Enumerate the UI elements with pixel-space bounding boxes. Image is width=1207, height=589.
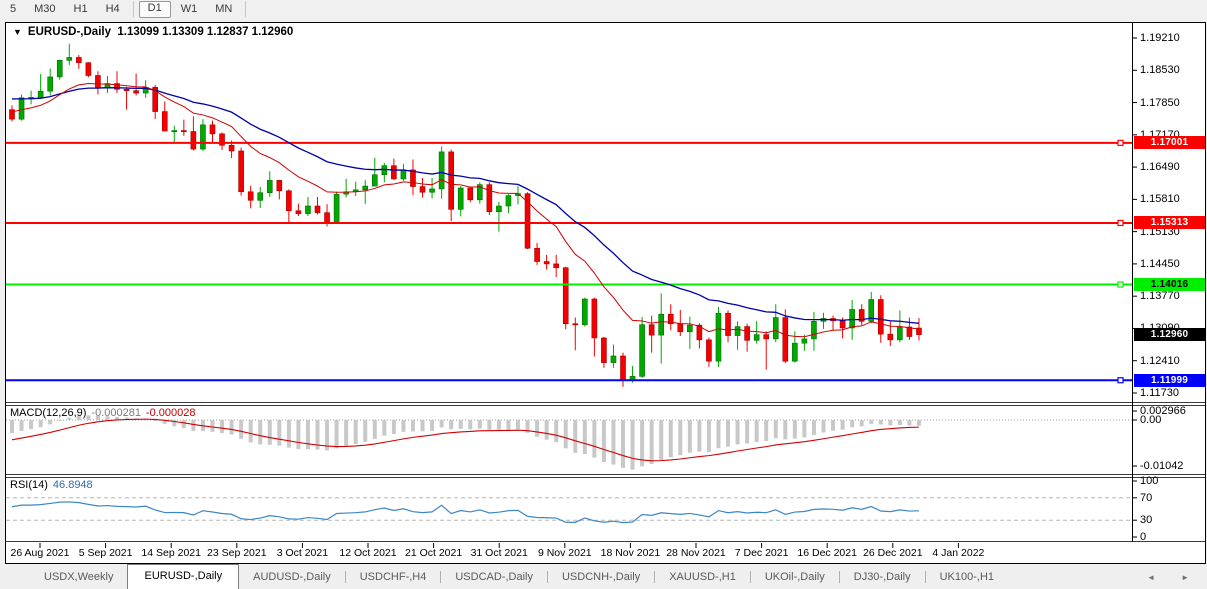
- chart-window[interactable]: [5, 22, 1206, 564]
- rsi-value: 46.8948: [52, 479, 93, 491]
- level-price-badge: 1.14016: [1134, 278, 1205, 291]
- chart-tab-usdcnh-[interactable]: USDCNH-,Daily: [548, 567, 654, 589]
- chart-tab-audusd-[interactable]: AUDUSD-,Daily: [239, 567, 345, 589]
- price-axis-label: 1.15810: [1140, 193, 1180, 206]
- timeframe-button-d1[interactable]: D1: [138, 0, 171, 18]
- rsi-axis-label: 0: [1140, 531, 1147, 543]
- level-price-badge: 1.11999: [1134, 373, 1205, 387]
- price-axis-label: 1.17850: [1140, 96, 1180, 109]
- price-axis-label: 1.14450: [1140, 257, 1180, 270]
- rsi-axis-label: 70: [1140, 491, 1153, 504]
- macd-main-value: -0.000281: [91, 407, 141, 419]
- toolbar-separator: [132, 1, 134, 17]
- price-axis-label: 1.12410: [1140, 354, 1180, 367]
- macd-header: MACD(12,26,9) -0.000281 -0.000028: [10, 407, 201, 419]
- chart-tab-usdchf-[interactable]: USDCHF-,H4: [346, 567, 441, 589]
- current-price-badge: 1.12960: [1134, 328, 1205, 342]
- price-axis-label: 1.18530: [1140, 64, 1180, 77]
- tab-scroll-left-icon[interactable]: ◄: [1147, 573, 1155, 582]
- price-axis-label: 1.13770: [1140, 290, 1180, 303]
- title-marker-icon: ▼: [13, 27, 22, 37]
- date-axis-separator: [6, 541, 1205, 542]
- chart-tab-usdx[interactable]: USDX,Weekly: [30, 567, 127, 589]
- toolbar-separator: [245, 1, 247, 17]
- rsi-axis-label: 100: [1140, 475, 1159, 487]
- level-price-badge: 1.15313: [1134, 216, 1205, 230]
- macd-signal-value: -0.000028: [145, 407, 196, 419]
- price-axis-border: [1132, 23, 1133, 542]
- chart-tab-usdcad-[interactable]: USDCAD-,Daily: [441, 567, 547, 589]
- timeframe-toolbar: 5 M30 H1 H4 D1 W1 MN: [0, 0, 1207, 18]
- timeframe-button-5[interactable]: 5: [2, 2, 24, 17]
- price-axis-label: 1.19210: [1140, 32, 1180, 44]
- pane-separator-rsi[interactable]: [6, 474, 1205, 478]
- chart-tabs-bar: USDX,Weekly EURUSD-,Daily AUDUSD-,Daily USD…: [0, 564, 1207, 589]
- chart-tab-eurusd-[interactable]: EURUSD-,Daily: [127, 564, 240, 589]
- price-axis-label: 1.16490: [1140, 161, 1180, 174]
- timeframe-button-h4[interactable]: H4: [98, 2, 128, 17]
- price-axis-label: 1.11730: [1140, 387, 1179, 399]
- chart-title: ▼ EURUSD-,Daily 1.13099 1.13309 1.12837 1…: [13, 26, 293, 38]
- date-axis-label: 4 Jan 2022: [932, 547, 985, 559]
- chart-symbol-label: EURUSD-,Daily: [27, 26, 111, 38]
- chart-tab-xauusd-[interactable]: XAUUSD-,H1: [655, 567, 750, 589]
- chart-tab-ukoil-[interactable]: UKOil-,Daily: [751, 567, 839, 589]
- timeframe-button-m30[interactable]: M30: [26, 2, 63, 17]
- rsi-axis-label: 30: [1140, 514, 1153, 527]
- rsi-header: RSI(14) 46.8948: [10, 479, 98, 491]
- mt4-window: 5 M30 H1 H4 D1 W1 MN 1.19210 1.18530 1.17850 1.17…: [0, 0, 1207, 589]
- rsi-label: RSI(14): [10, 479, 48, 491]
- tab-scroll-right-icon[interactable]: ►: [1181, 573, 1189, 582]
- timeframe-button-mn[interactable]: MN: [207, 2, 240, 17]
- macd-axis-label: 0.00: [1140, 414, 1162, 426]
- chart-tab-uk100-[interactable]: UK100-,H1: [926, 567, 1008, 589]
- level-price-badge: 1.17001: [1134, 136, 1205, 150]
- chart-ohlc-values: 1.13099 1.13309 1.12837 1.12960: [117, 26, 294, 38]
- macd-label: MACD(12,26,9): [10, 407, 87, 419]
- pane-separator-macd[interactable]: [6, 402, 1205, 406]
- macd-axis-label: -0.01042: [1140, 460, 1184, 472]
- chart-tab-dj30-[interactable]: DJ30-,Daily: [840, 567, 925, 589]
- timeframe-button-w1[interactable]: W1: [173, 2, 206, 17]
- timeframe-button-h1[interactable]: H1: [66, 2, 96, 17]
